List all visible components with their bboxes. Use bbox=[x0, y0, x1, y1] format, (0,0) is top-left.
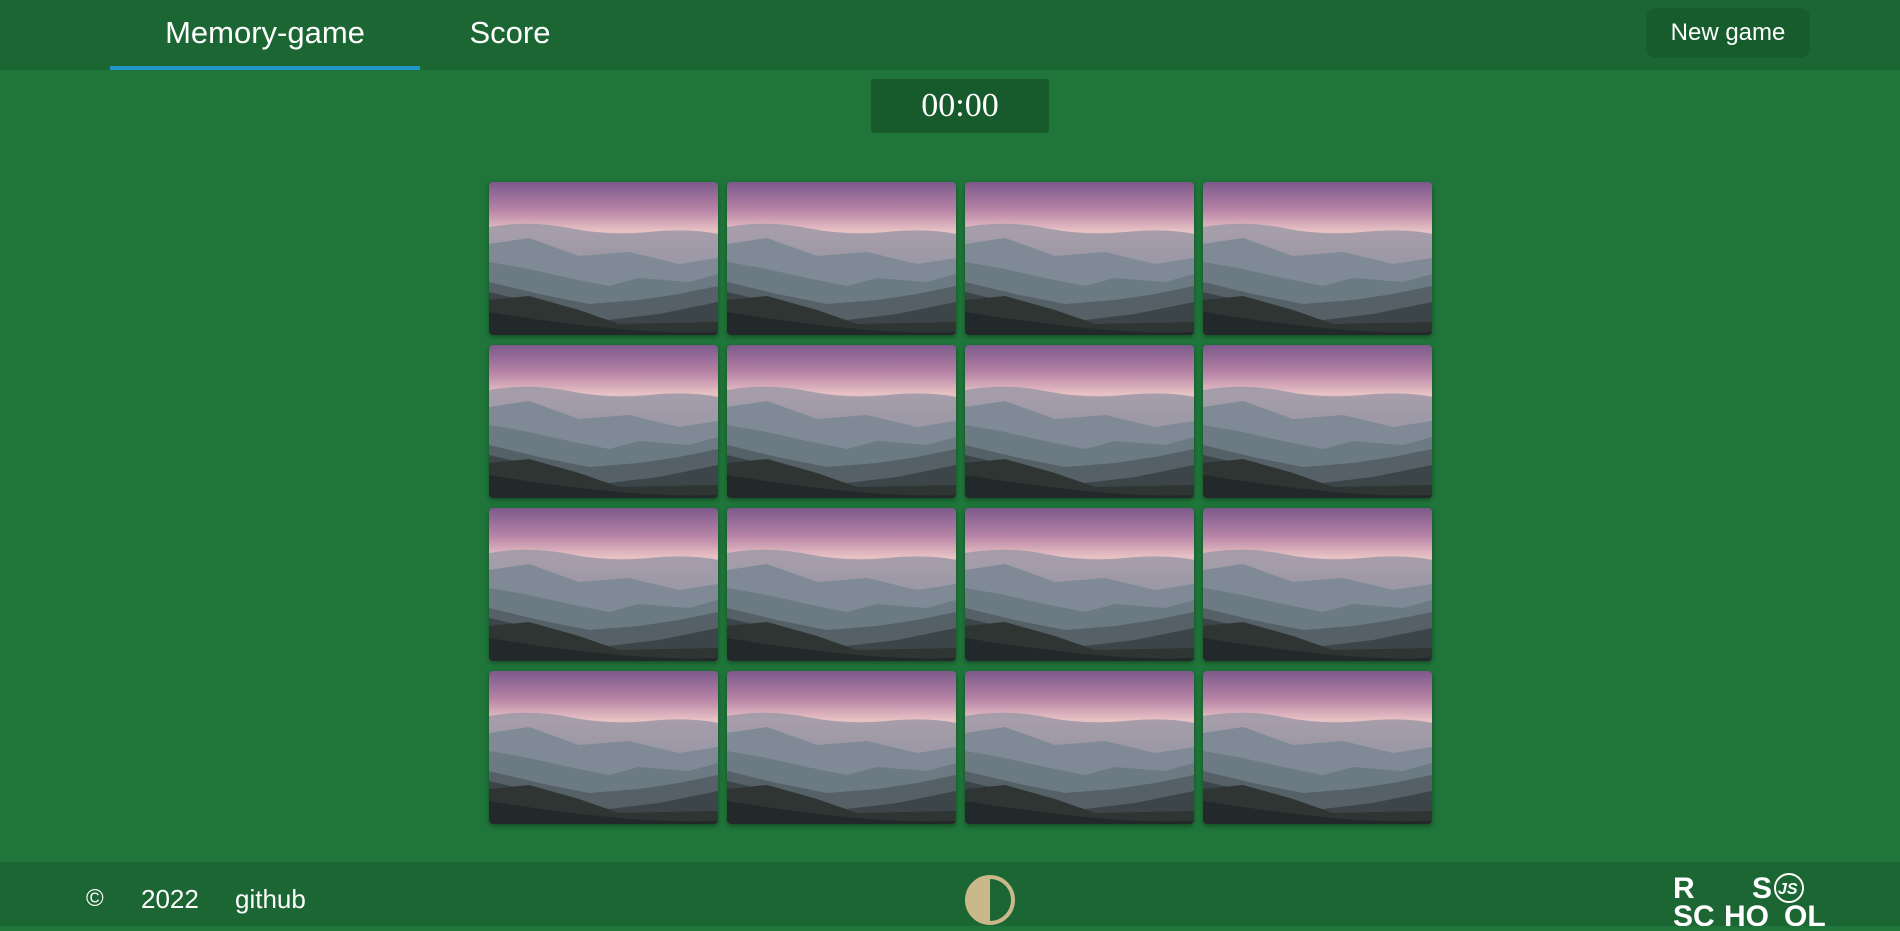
svg-text:OL: OL bbox=[1784, 900, 1826, 926]
svg-text:HO: HO bbox=[1724, 900, 1769, 926]
svg-text:JS: JS bbox=[1778, 881, 1798, 898]
memory-card[interactable] bbox=[727, 182, 956, 335]
copyright-year: 2022 bbox=[141, 884, 199, 914]
svg-text:SC: SC bbox=[1673, 900, 1715, 926]
memory-card[interactable] bbox=[1203, 671, 1432, 824]
copyright-icon: © bbox=[86, 885, 104, 912]
memory-card[interactable] bbox=[489, 345, 718, 498]
tab-memory-game[interactable]: Memory-game bbox=[110, 0, 420, 70]
game-timer: 00:00 bbox=[871, 79, 1049, 133]
memory-card[interactable] bbox=[489, 182, 718, 335]
memory-card[interactable] bbox=[489, 508, 718, 661]
memory-card[interactable] bbox=[727, 671, 956, 824]
github-link[interactable]: github bbox=[235, 884, 306, 914]
memory-card[interactable] bbox=[965, 345, 1194, 498]
rs-school-logo[interactable]: R S SC HO OL JS bbox=[1672, 868, 1832, 931]
memory-card[interactable] bbox=[727, 508, 956, 661]
memory-card[interactable] bbox=[965, 182, 1194, 335]
new-game-button[interactable]: New game bbox=[1646, 8, 1810, 58]
memory-card[interactable] bbox=[489, 671, 718, 824]
theme-toggle-icon[interactable] bbox=[965, 875, 1015, 925]
memory-card[interactable] bbox=[1203, 508, 1432, 661]
memory-card[interactable] bbox=[965, 508, 1194, 661]
memory-card[interactable] bbox=[727, 345, 956, 498]
memory-card[interactable] bbox=[1203, 345, 1432, 498]
tab-score[interactable]: Score bbox=[455, 0, 565, 70]
top-nav-bar: Memory-game Score New game bbox=[0, 0, 1900, 70]
footer: © 2022 github bbox=[0, 862, 1900, 926]
memory-card[interactable] bbox=[965, 671, 1194, 824]
card-board bbox=[489, 182, 1432, 824]
memory-card[interactable] bbox=[1203, 182, 1432, 335]
